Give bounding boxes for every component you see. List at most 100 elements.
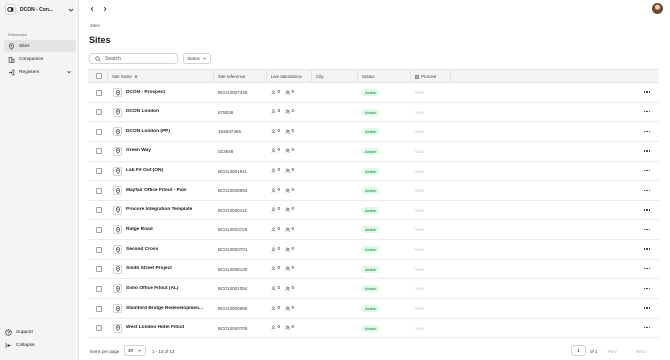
table-row[interactable]: DCON London (PP) 192637465 0 0 Active View [88, 122, 659, 142]
table-row[interactable]: Smith Street Project BC013008130 0 0 Active V… [88, 260, 659, 280]
more-dots-icon [646, 287, 648, 290]
more-actions-button[interactable] [643, 325, 651, 331]
status-filter-button[interactable]: Status [183, 53, 211, 64]
more-actions-button[interactable] [643, 168, 651, 174]
more-actions-button[interactable] [643, 285, 651, 291]
column-header-site-name[interactable]: Site name [112, 74, 138, 79]
procore-view-link[interactable]: View [415, 326, 424, 331]
select-all-checkbox[interactable] [96, 73, 102, 79]
procore-view-link[interactable]: View [415, 306, 424, 311]
forward-button[interactable] [101, 5, 109, 13]
next-page-button[interactable]: Next › [636, 349, 648, 354]
site-name[interactable]: Ridge Road [126, 227, 153, 232]
chevron-down-icon [138, 349, 141, 352]
table-row[interactable]: DCON London 678536 3 2 Active View [88, 103, 659, 123]
more-actions-button[interactable] [643, 187, 651, 193]
table-row[interactable]: Second Cross BC013003701 0 0 Active View [88, 240, 659, 260]
more-actions-button[interactable] [643, 305, 651, 311]
site-name[interactable]: Stamford Bridge Redevelopmen... [126, 306, 203, 311]
site-name[interactable]: DCON - Prospect [126, 90, 165, 95]
table-row[interactable]: Ridge Road BC013003726 0 0 Active View [88, 220, 659, 241]
back-button[interactable] [88, 5, 96, 13]
search-input[interactable] [105, 55, 175, 62]
table-row[interactable]: Soho Office Fitout (AL) BC013001054 0 0 Acti… [88, 279, 659, 300]
procore-view-link[interactable]: View [415, 267, 424, 272]
prev-page-button[interactable]: ‹ Prev [605, 349, 617, 354]
site-name[interactable]: Smith Street Project [126, 266, 172, 271]
sidebar-item-companies[interactable]: Companies [4, 53, 76, 65]
row-checkbox[interactable] [96, 148, 102, 155]
site-name[interactable]: Second Cross [126, 247, 158, 252]
table-row[interactable]: Procore Integration Template BC013000115 0… [88, 201, 659, 221]
breadcrumb[interactable]: Sites [90, 23, 100, 28]
procore-view-link[interactable]: View [415, 286, 424, 291]
row-checkbox[interactable] [96, 128, 102, 135]
site-name[interactable]: DCON London [126, 109, 159, 114]
users-icon [285, 286, 290, 291]
row-checkbox[interactable] [96, 168, 102, 175]
org-switcher[interactable]: DCON - Con... [5, 4, 75, 15]
more-dots-icon [643, 248, 646, 250]
site-name[interactable]: West London Hotel Fitout [126, 325, 184, 330]
page-number-input[interactable]: 1 [571, 345, 586, 356]
table-row[interactable]: West London Hotel Fitout BC013000705 0 0 Act… [88, 319, 659, 339]
search-box[interactable] [89, 53, 178, 64]
sidebar-item-sites[interactable]: Sites [4, 40, 76, 52]
procore-view-link[interactable]: View [415, 149, 424, 154]
site-reference: BC013000705 [218, 325, 248, 331]
column-header-status[interactable]: Status [362, 74, 374, 79]
row-checkbox[interactable] [96, 285, 102, 292]
sidebar-item-registers[interactable]: Registers [4, 66, 76, 78]
procore-view-link[interactable]: View [415, 227, 424, 232]
more-actions-button[interactable] [643, 109, 651, 115]
row-checkbox[interactable] [96, 325, 102, 332]
table-row[interactable]: DCON - Prospect BC013007348 0 0 Active View [88, 83, 659, 103]
row-checkbox[interactable] [96, 226, 102, 233]
procore-view-link[interactable]: View [415, 188, 424, 193]
row-checkbox[interactable] [96, 207, 102, 214]
site-name[interactable]: Mayfair Office Fitout - Pavi [126, 188, 187, 193]
user-avatar[interactable] [652, 3, 663, 14]
table-row[interactable]: Green Way 023848 0 0 Active View [88, 142, 659, 162]
site-name[interactable]: Lab Fit Out (ON) [126, 168, 163, 173]
column-header-city[interactable]: City [316, 74, 324, 79]
procore-view-link[interactable]: View [415, 90, 424, 95]
row-checkbox[interactable] [96, 266, 102, 273]
row-checkbox[interactable] [96, 246, 102, 253]
more-actions-button[interactable] [643, 226, 651, 232]
procore-view-link[interactable]: View [415, 247, 424, 252]
support-link[interactable]: Support [5, 327, 33, 337]
people-count-value: 0 [277, 226, 281, 232]
column-header-live-attendance[interactable]: Live attendance [271, 74, 302, 79]
column-header-procore[interactable]: Procore [415, 74, 436, 79]
procore-view-link[interactable]: View [415, 129, 424, 134]
users-icon [285, 247, 290, 252]
collapse-button[interactable]: Collapse [5, 340, 35, 350]
items-per-page-select[interactable]: 30 [124, 345, 146, 356]
row-checkbox[interactable] [96, 89, 102, 96]
more-actions-button[interactable] [643, 128, 651, 134]
more-dots-icon [646, 307, 648, 309]
more-actions-button[interactable] [643, 266, 651, 272]
row-checkbox[interactable] [96, 109, 102, 116]
row-checkbox[interactable] [96, 305, 102, 312]
person-icon [271, 325, 276, 330]
procore-view-link[interactable]: View [415, 169, 424, 174]
table-row[interactable]: Mayfair Office Fitout - Pavi BC013008692 0… [88, 181, 659, 201]
person-icon [271, 148, 276, 153]
row-checkbox[interactable] [96, 187, 102, 194]
more-actions-button[interactable] [643, 148, 651, 154]
more-actions-button[interactable] [643, 89, 651, 95]
more-actions-button[interactable] [643, 207, 651, 213]
more-actions-button[interactable] [643, 246, 651, 252]
procore-view-link[interactable]: View [415, 208, 424, 213]
table-row[interactable]: Lab Fit Out (ON) BC013001911 0 0 Active View [88, 162, 659, 182]
site-name[interactable]: DCON London (PP) [126, 129, 170, 134]
site-name[interactable]: Soho Office Fitout (AL) [126, 286, 179, 291]
site-name[interactable]: Green Way [126, 148, 151, 153]
procore-view-link[interactable]: View [415, 110, 424, 115]
table-row[interactable]: Stamford Bridge Redevelopmen... BC0130006… [88, 299, 659, 319]
column-header-site-reference[interactable]: Site reference [218, 74, 245, 79]
users-icon [285, 148, 290, 153]
site-name[interactable]: Procore Integration Template [126, 207, 192, 212]
